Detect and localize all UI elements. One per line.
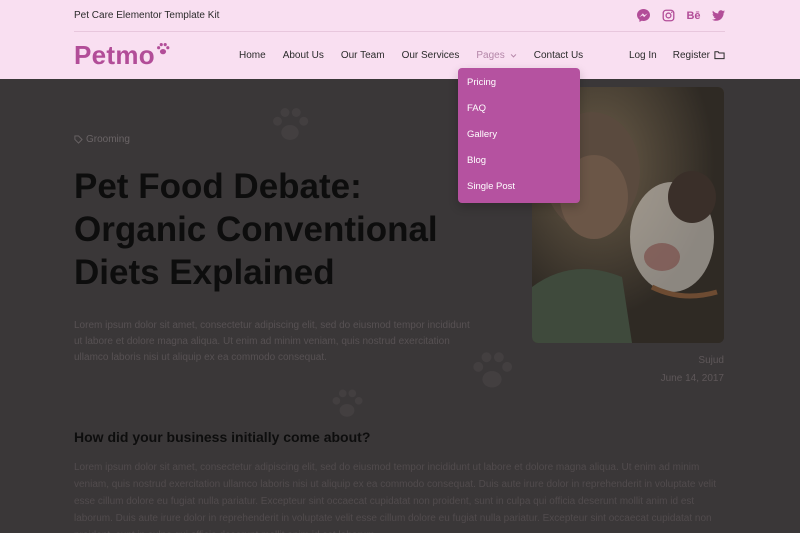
login-link[interactable]: Log In — [629, 50, 657, 61]
paw-print-icon — [273, 108, 309, 140]
post-date: June 14, 2017 — [660, 373, 724, 384]
post-title-line: Pet Food Debate: — [74, 167, 362, 206]
primary-nav: Home About Us Our Team Our Services Page… — [239, 50, 600, 61]
menu-item-blog[interactable]: Blog — [458, 152, 580, 178]
site-header: Pet Care Elementor Template Kit Bē Petmo… — [0, 0, 800, 79]
category-label: Grooming — [86, 134, 130, 145]
paw-icon — [157, 43, 170, 55]
section-heading: How did your business initially come abo… — [74, 429, 371, 445]
account-links: Log In Register — [629, 50, 725, 61]
paw-print-icon — [332, 389, 363, 417]
twitter-icon[interactable] — [712, 9, 725, 22]
nav-home[interactable]: Home — [239, 50, 266, 61]
post-title-line: Diets Explained — [74, 253, 335, 292]
menu-item-faq[interactable]: FAQ — [458, 100, 580, 126]
pages-dropdown-menu: Pricing FAQ Gallery Blog Single Post — [458, 68, 580, 203]
instagram-icon[interactable] — [662, 9, 675, 22]
menu-item-single-post[interactable]: Single Post — [458, 178, 580, 204]
logo-text: Petmo — [74, 39, 155, 70]
social-links: Bē — [637, 9, 725, 22]
nav-our-services[interactable]: Our Services — [402, 50, 460, 61]
register-link[interactable]: Register — [673, 50, 725, 61]
menu-item-gallery[interactable]: Gallery — [458, 126, 580, 152]
post-intro: Lorem ipsum dolor sit amet, consectetur … — [74, 320, 470, 363]
main-nav-row: Petmo Home About Us Our Team Our Service… — [74, 32, 725, 78]
behance-icon[interactable]: Bē — [686, 9, 700, 22]
nav-pages-label: Pages — [476, 49, 505, 61]
nav-about-us[interactable]: About Us — [283, 50, 324, 61]
post-hero: Grooming Pet Food Debate: Organic Conven… — [0, 79, 800, 533]
folder-icon — [714, 51, 725, 60]
messenger-icon[interactable] — [637, 9, 650, 22]
nav-our-team[interactable]: Our Team — [341, 50, 385, 61]
post-category[interactable]: Grooming — [74, 134, 130, 145]
tag-icon — [74, 135, 83, 144]
paw-print-icon — [473, 352, 513, 388]
menu-item-pricing[interactable]: Pricing — [458, 74, 580, 100]
post-body: Lorem ipsum dolor sit amet, consectetur … — [74, 462, 717, 533]
topbar-tagline: Pet Care Elementor Template Kit — [74, 10, 220, 21]
nav-pages[interactable]: Pages — [476, 49, 517, 61]
nav-contact-us[interactable]: Contact Us — [534, 50, 583, 61]
post-author[interactable]: Sujud — [698, 355, 724, 366]
top-bar: Pet Care Elementor Template Kit Bē — [74, 0, 725, 32]
chevron-down-icon — [510, 53, 517, 58]
post-title-line: Organic Conventional — [74, 210, 438, 249]
logo[interactable]: Petmo — [74, 40, 239, 71]
register-label: Register — [672, 49, 710, 61]
post-title: Pet Food Debate: Organic Conventional Di… — [74, 165, 494, 294]
